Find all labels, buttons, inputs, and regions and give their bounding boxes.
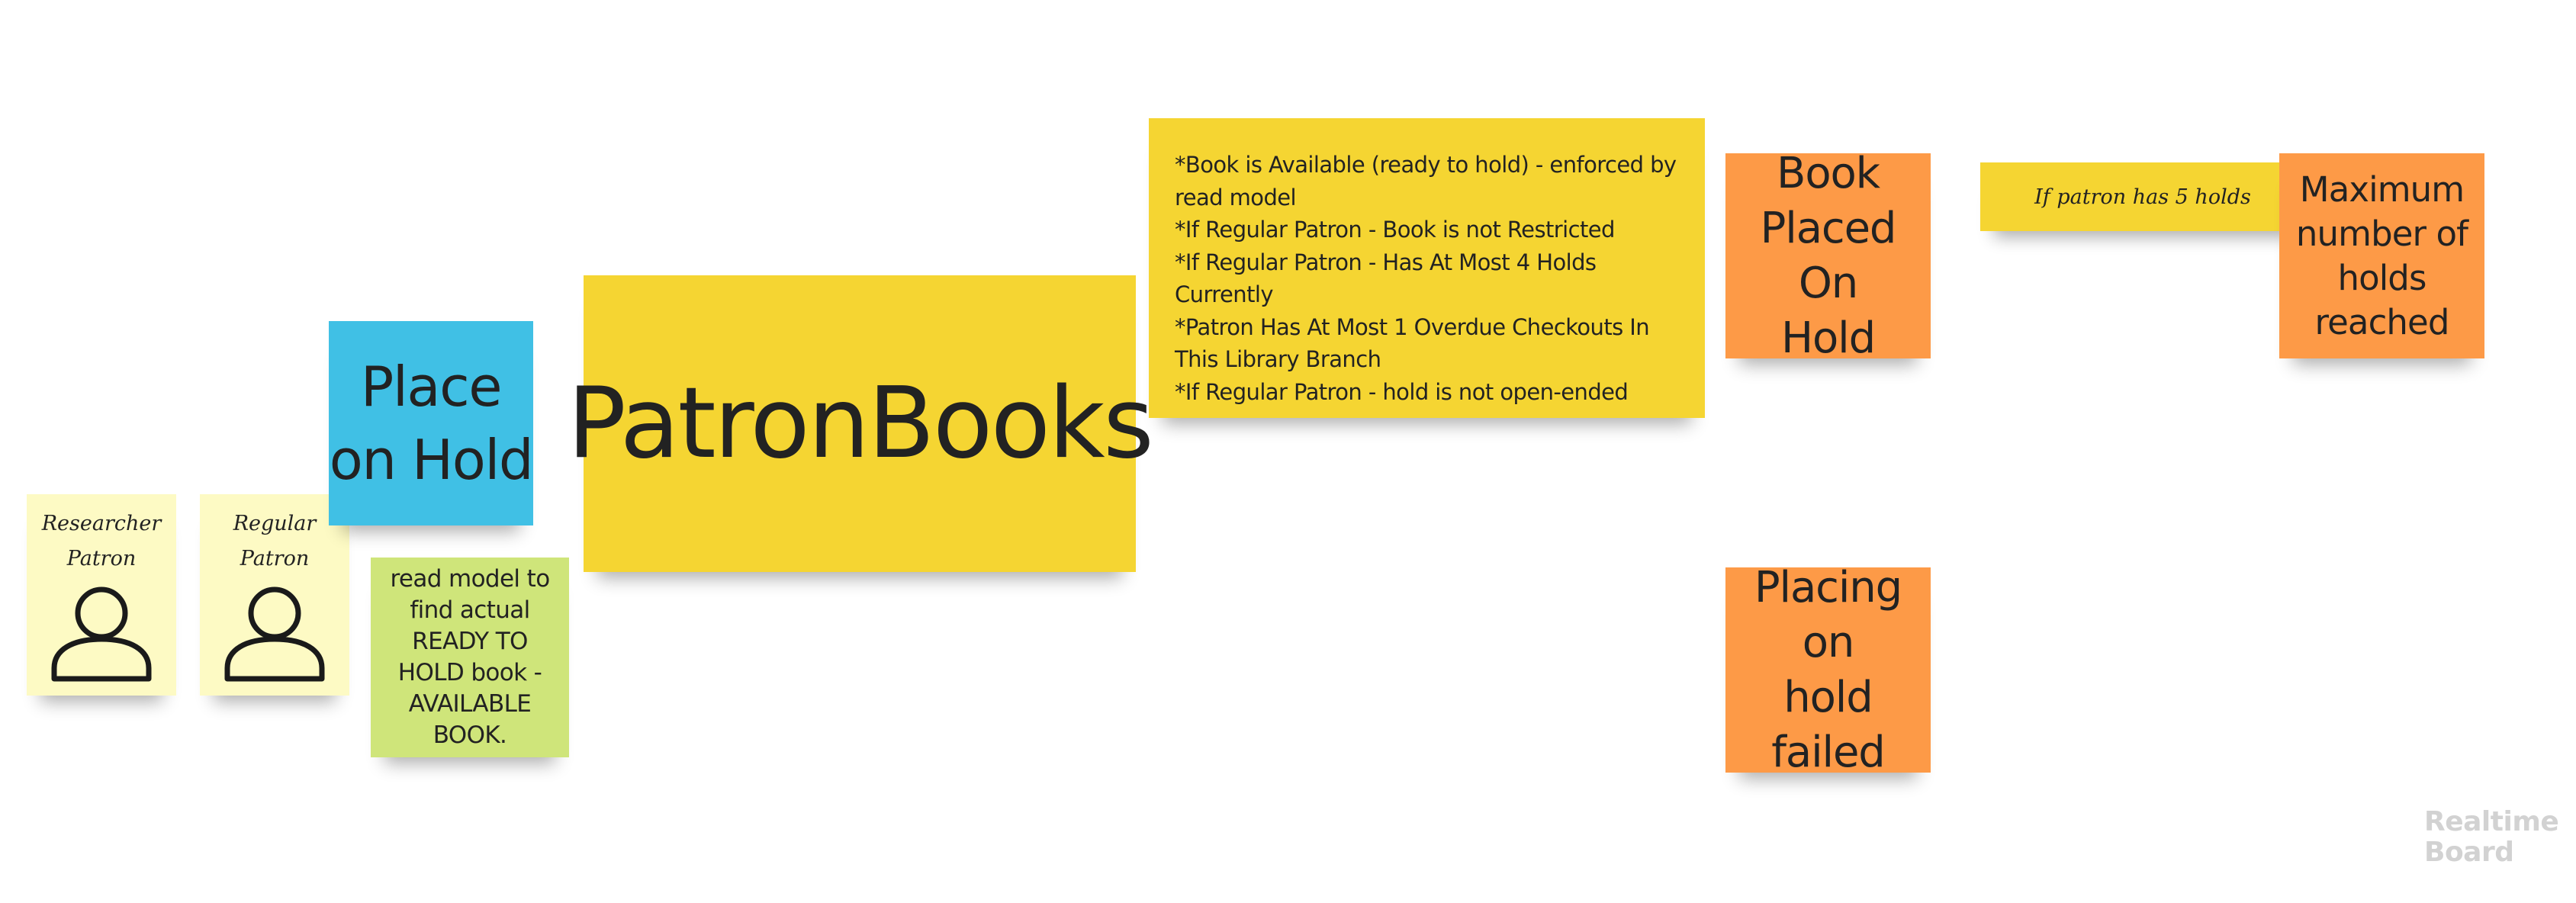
regular-patron-card[interactable]: Regular Patron: [200, 494, 349, 696]
regular-patron-label: Regular Patron: [233, 512, 317, 570]
policy-note[interactable]: If patron has 5 holds: [1980, 162, 2305, 231]
watermark-line-2: Board: [2424, 837, 2514, 868]
placing-on-hold-failed-event-note[interactable]: Placing on hold failed: [1725, 563, 1931, 777]
person-icon: [224, 586, 325, 682]
realtimeboard-watermark: Realtime Board: [2424, 807, 2562, 868]
watermark-line-1: Realtime: [2424, 806, 2559, 837]
person-icon: [51, 586, 152, 682]
read-model-note[interactable]: read model to find actual READY TO HOLD …: [371, 558, 569, 757]
patron-books-aggregate-note[interactable]: PatronBooks: [568, 275, 1154, 572]
researcher-patron-label: Researcher Patron: [41, 512, 162, 570]
invariants-note[interactable]: *Book is Available (ready to hold) - enf…: [1149, 118, 1705, 418]
place-on-hold-command-note[interactable]: Place on Hold: [329, 321, 534, 525]
book-placed-on-hold-event-note[interactable]: Book Placed On Hold: [1725, 149, 1931, 363]
max-holds-reached-event-note[interactable]: Maximum number of holds reached: [2279, 153, 2484, 358]
researcher-patron-card[interactable]: Researcher Patron: [27, 494, 176, 696]
